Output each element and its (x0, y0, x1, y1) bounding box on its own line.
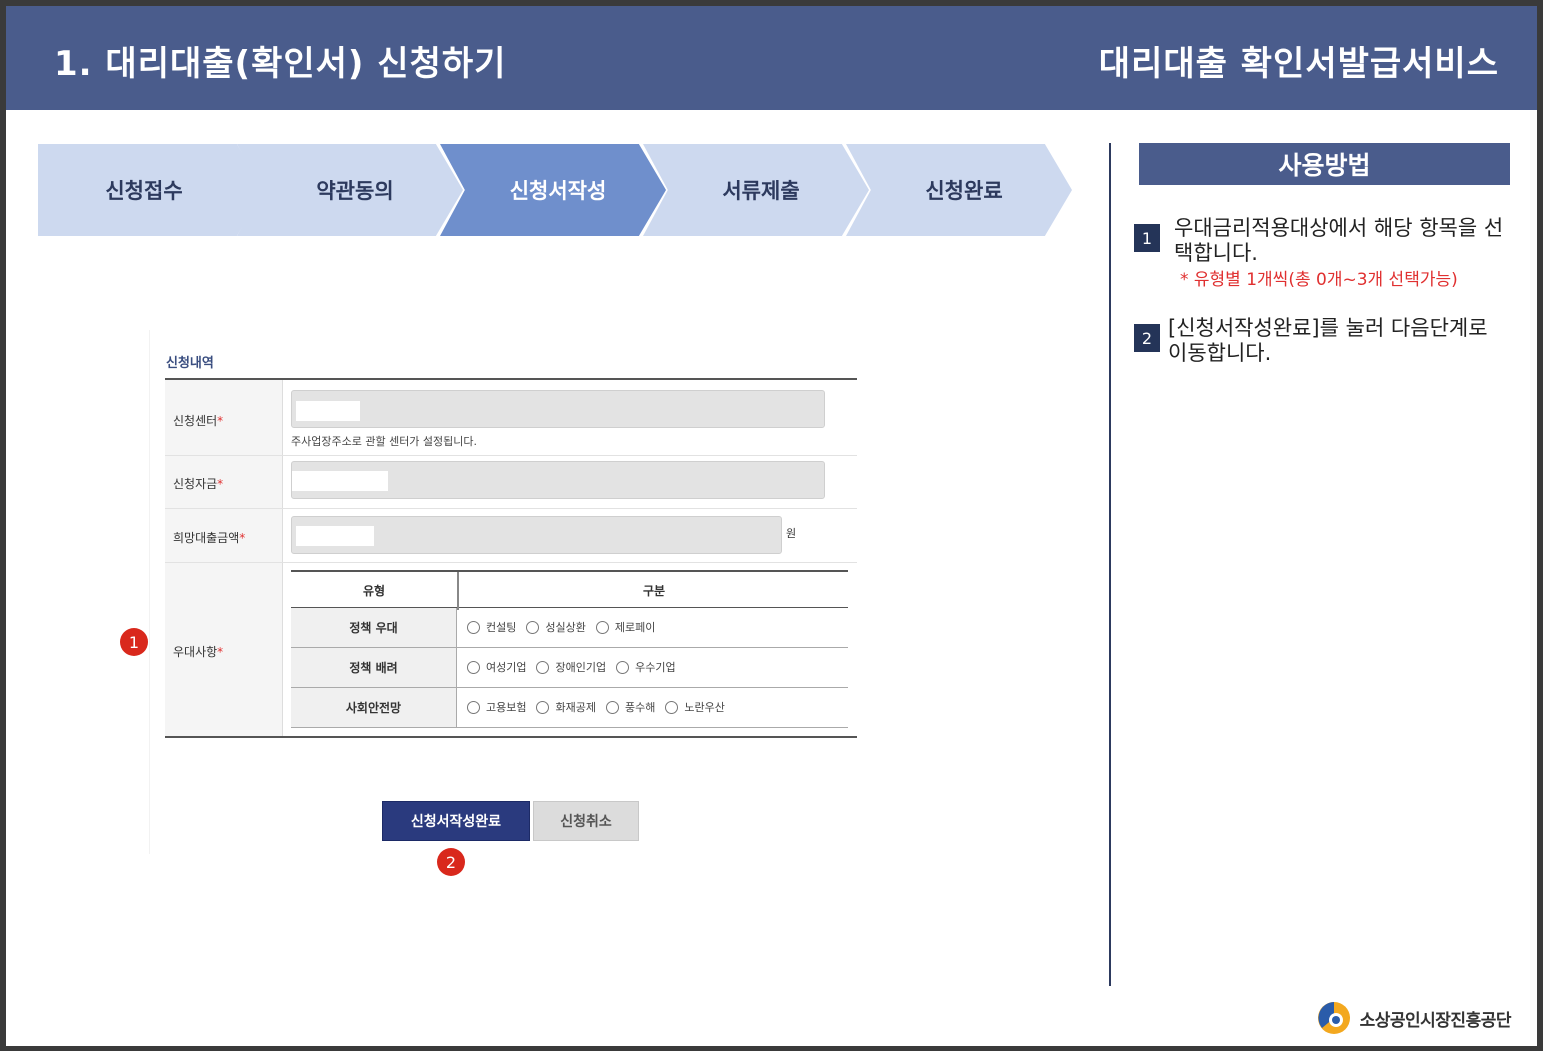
radio-faithful-repayment[interactable] (526, 620, 540, 634)
center-field[interactable] (291, 390, 825, 428)
radio-employment-insurance[interactable] (467, 700, 480, 714)
step-marker-1: 1 (120, 628, 148, 656)
step-marker-2: 2 (437, 848, 465, 876)
usage-text-1: 우대금리적용대상에서 해당 항목을 선택합니다. (1174, 216, 1504, 265)
usage-number-1: 1 (1134, 224, 1160, 252)
form-bottom-border (165, 736, 857, 738)
label-column (165, 380, 283, 736)
step-application-received: 신청접수 (38, 144, 264, 236)
page-title: 1. 대리대출(확인서) 신청하기 (54, 44, 507, 84)
header-banner: 1. 대리대출(확인서) 신청하기 대리대출 확인서발급서비스 (6, 6, 1537, 110)
amount-unit: 원 (786, 527, 797, 540)
application-form: 신청내역 신청센터* 주사업장주소로 관할 센터가 설정됩니다. 신청자금* 희… (149, 330, 862, 854)
organization-logo: 소상공인시장진흥공단 (1316, 1000, 1512, 1036)
fund-field[interactable] (291, 461, 825, 499)
radio-disabled-business[interactable] (536, 660, 550, 674)
step-progress: 신청접수 약관동의 신청서작성 서류제출 신청완료 (38, 144, 1072, 236)
radio-zeropay[interactable] (595, 620, 609, 634)
table-row: 정책 우대 컨설팅 성실상환 제로페이 (291, 608, 848, 648)
preference-table-header: 유형 구분 (291, 570, 848, 610)
step-terms-agreement: 약관동의 (237, 144, 463, 236)
vertical-divider (1109, 143, 1111, 986)
fund-label: 신청자금* (173, 477, 224, 491)
usage-note-1: * 유형별 1개씩(총 0개~3개 선택가능) (1180, 270, 1458, 290)
page: 1. 대리대출(확인서) 신청하기 대리대출 확인서발급서비스 신청접수 약관동… (6, 6, 1537, 1046)
section-title: 신청내역 (166, 356, 214, 371)
logo-icon (1317, 1002, 1350, 1034)
usage-number-2: 2 (1134, 324, 1160, 352)
amount-label: 희망대출금액* (173, 531, 246, 545)
center-hint: 주사업장주소로 관할 센터가 설정됩니다. (291, 435, 478, 448)
radio-storm-flood[interactable] (605, 700, 619, 714)
cancel-application-button[interactable]: 신청취소 (533, 801, 639, 841)
step-document-submission: 서류제출 (643, 144, 869, 236)
table-row: 사회안전망 고용보험 화재공제 풍수해 노란우산 (291, 688, 848, 728)
usage-title: 사용방법 (1139, 143, 1510, 185)
radio-excellent-business[interactable] (616, 660, 630, 674)
service-title: 대리대출 확인서발급서비스 (1098, 44, 1499, 84)
radio-yellow-umbrella[interactable] (665, 700, 679, 714)
step-application-complete: 신청완료 (846, 144, 1072, 236)
logo-text: 소상공인시장진흥공단 (1359, 1010, 1512, 1031)
step-form-writing: 신청서작성 (440, 144, 666, 236)
table-row: 정책 배려 여성기업 장애인기업 우수기업 (291, 648, 848, 688)
center-label: 신청센터* (173, 414, 224, 428)
radio-consulting[interactable] (467, 620, 480, 634)
radio-women-business[interactable] (467, 660, 480, 674)
radio-fire-mutual-aid[interactable] (536, 700, 550, 714)
submit-application-button[interactable]: 신청서작성완료 (382, 801, 530, 841)
preference-label: 우대사항* (173, 645, 224, 659)
usage-text-2: [신청서작성완료]를 눌러 다음단계로 이동합니다. (1168, 316, 1488, 365)
amount-input[interactable] (291, 516, 782, 554)
